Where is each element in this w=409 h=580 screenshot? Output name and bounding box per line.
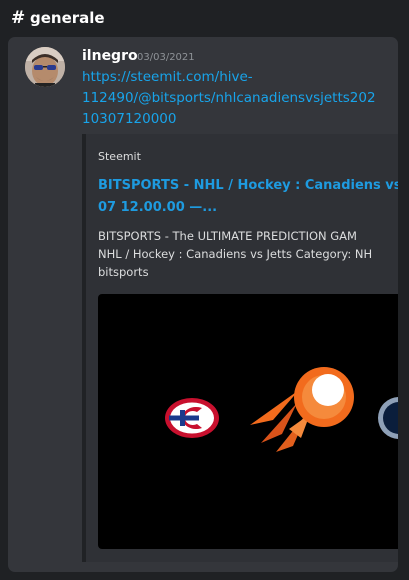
embed-title-line: BITSPORTS - NHL / Hockey : Canadiens vs — [98, 178, 398, 193]
comet-logo-icon — [250, 367, 354, 452]
channel-name[interactable]: generale — [30, 9, 105, 27]
canadiens-logo-icon — [165, 398, 219, 438]
username[interactable]: ilnegro — [82, 48, 138, 64]
message-link-line: 10307120000 — [82, 111, 177, 127]
embed-provider: Steemit — [98, 150, 141, 163]
embed-title-line: 07 12.00.00 —... — [98, 200, 218, 215]
link-embed: Steemit BITSPORTS - NHL / Hockey : Canad… — [82, 134, 398, 562]
channel-hash-icon: # — [11, 8, 26, 28]
embed-description-line: bitsports — [98, 265, 149, 279]
message-link[interactable]: https://steemit.com/hive- 112490/@bitspo… — [82, 67, 392, 130]
message-link-line: https://steemit.com/hive- — [82, 69, 253, 85]
message-card: ilnegro 03/03/2021 https://steemit.com/h… — [8, 37, 398, 572]
channel-header: # generale — [0, 0, 409, 36]
embed-description-line: BITSPORTS - The ULTIMATE PREDICTION GAM — [98, 229, 357, 243]
embed-image-art — [165, 367, 398, 452]
jetts-logo-icon — [378, 397, 398, 439]
avatar-image — [25, 47, 65, 87]
avatar[interactable] — [25, 47, 65, 87]
message-link-line: 112490/@bitsports/nhlcanadiensvsjetts202 — [82, 90, 376, 106]
embed-title[interactable]: BITSPORTS - NHL / Hockey : Canadiens vs … — [98, 175, 398, 219]
message-timestamp: 03/03/2021 — [137, 52, 195, 63]
embed-description: BITSPORTS - The ULTIMATE PREDICTION GAM … — [98, 227, 398, 281]
embed-description-line: NHL / Hockey : Canadiens vs Jetts Catego… — [98, 247, 373, 261]
embed-image[interactable] — [98, 294, 398, 549]
